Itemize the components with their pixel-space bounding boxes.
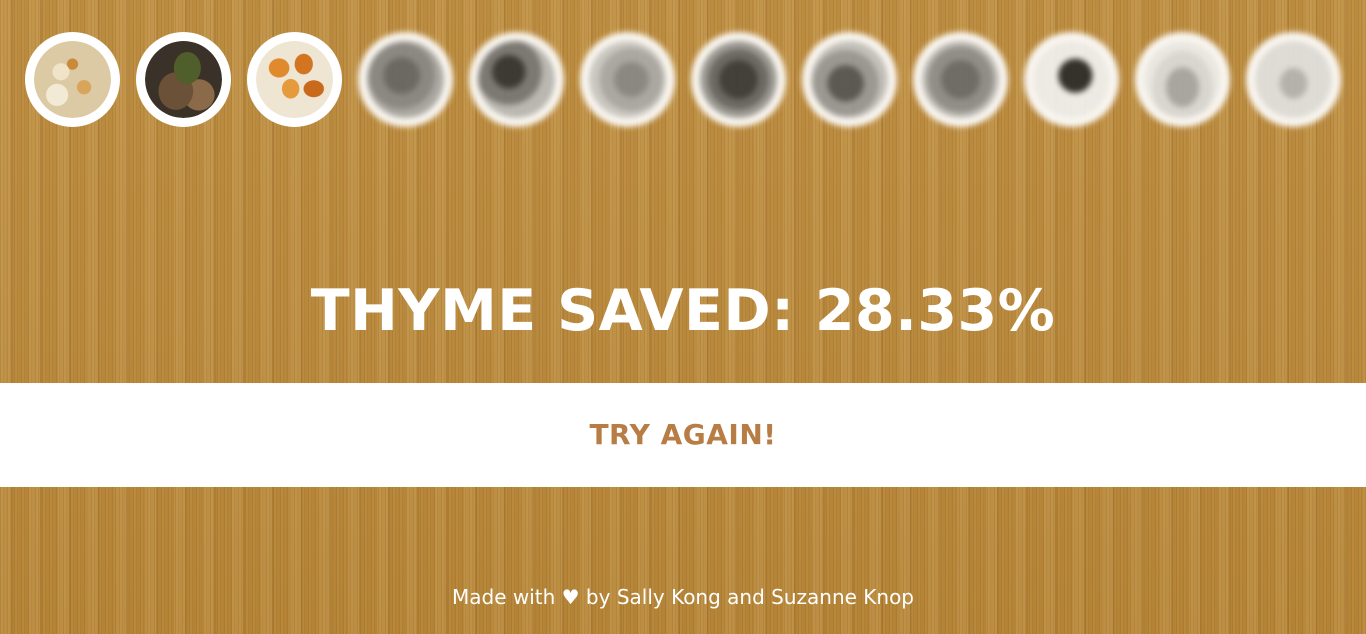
recipe-thumbnail-6[interactable] [580, 32, 675, 127]
recipe-thumbnail-9[interactable] [913, 32, 1008, 127]
recipe-thumbnail-7[interactable] [691, 32, 786, 127]
food-photo-icon [700, 41, 777, 118]
food-photo-icon [145, 41, 222, 118]
recipe-thumbnail-1[interactable] [25, 32, 120, 127]
recipe-thumbnail-strip [25, 32, 1355, 127]
recipe-thumbnail-3[interactable] [247, 32, 342, 127]
food-photo-icon [256, 41, 333, 118]
food-photo-icon [589, 41, 666, 118]
score-heading: THYME SAVED: 28.33% [310, 278, 1056, 344]
recipe-thumbnail-5[interactable] [469, 32, 564, 127]
food-photo-icon [1144, 41, 1221, 118]
try-again-button[interactable]: TRY AGAIN! [0, 383, 1366, 487]
food-photo-icon [367, 41, 444, 118]
food-photo-icon [1033, 41, 1110, 118]
food-photo-icon [811, 41, 888, 118]
footer-credit: Made with ♥ by Sally Kong and Suzanne Kn… [451, 585, 915, 609]
food-photo-icon [922, 41, 999, 118]
food-photo-icon [478, 41, 555, 118]
recipe-thumbnail-12[interactable] [1246, 32, 1341, 127]
recipe-thumbnail-11[interactable] [1135, 32, 1230, 127]
recipe-thumbnail-8[interactable] [802, 32, 897, 127]
food-photo-icon [34, 41, 111, 118]
food-photo-icon [1255, 41, 1332, 118]
recipe-thumbnail-10[interactable] [1024, 32, 1119, 127]
recipe-thumbnail-2[interactable] [136, 32, 231, 127]
recipe-thumbnail-4[interactable] [358, 32, 453, 127]
